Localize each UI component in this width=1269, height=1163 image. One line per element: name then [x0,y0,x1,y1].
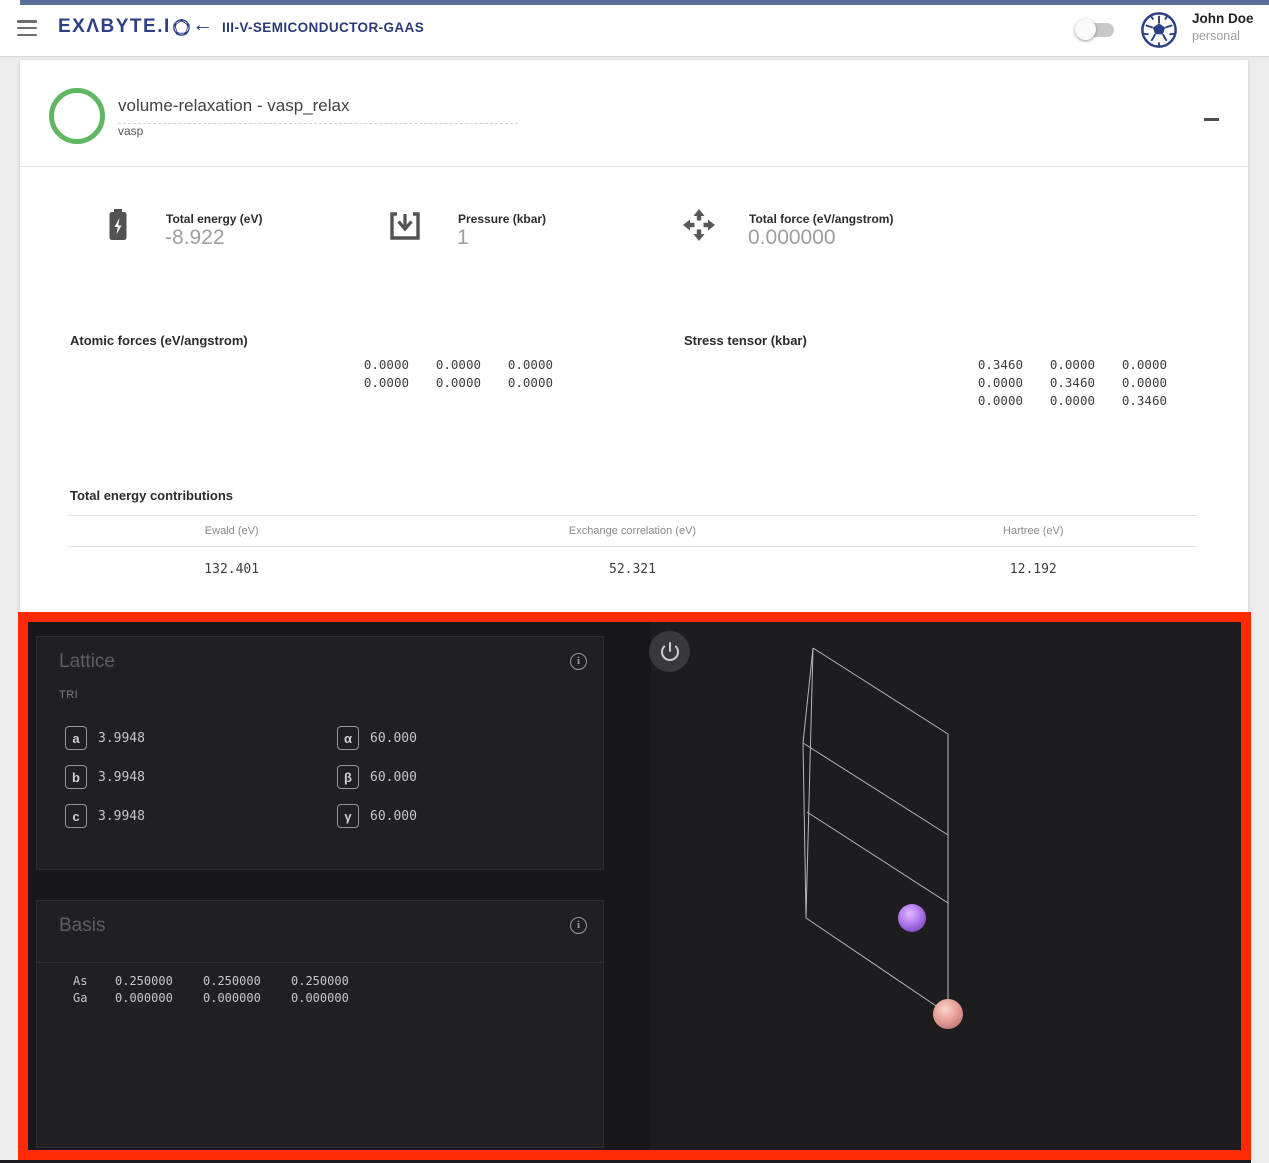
collapse-button[interactable] [1204,118,1219,121]
user-account: personal [1192,30,1254,44]
matrix-cell: 0.0000 [1023,356,1095,374]
divider [20,166,1248,167]
metric-label: Total force (eV/angstrom) [749,212,893,226]
metric-value: 0.000000 [748,226,836,250]
back-arrow-icon[interactable]: ← [192,13,213,37]
stress-tensor-matrix: 0.3460 0.0000 0.0000 0.0000 0.3460 0.000… [951,356,1167,410]
matrix-cell: 0.0000 [481,356,553,374]
metric-value: -8.922 [165,226,225,250]
matrix-cell: 0.3460 [951,356,1023,374]
table-cell: 12.192 [870,562,1197,577]
material-viewer-section: Lattice i TRI a 3.9948 b 3.9948 c 3.9948… [18,612,1251,1160]
download-icon [388,210,422,242]
atom-sphere-purple[interactable] [898,904,926,932]
job-results-card: volume-relaxation - vasp_relax vasp Tota… [20,60,1248,612]
table-header-row: Ewald (eV) Exchange correlation (eV) Har… [68,515,1197,547]
metric-label: Total energy (eV) [166,212,262,226]
logo[interactable]: EXΛBYTE.I [58,16,191,38]
matrix-cell: 0.0000 [337,374,409,392]
navbar: EXΛBYTE.I ← III-V-SEMICONDUCTOR-GAAS Joh… [0,0,1269,57]
column-header: Hartree (eV) [870,525,1197,537]
logo-text: EXΛBYTE.I [58,16,171,38]
job-engine: vasp [118,124,143,138]
atomic-forces-title: Atomic forces (eV/angstrom) [70,333,248,348]
matrix-cell: 0.0000 [951,392,1023,410]
matrix-cell: 0.0000 [409,356,481,374]
matrix-cell: 0.0000 [409,374,481,392]
matrix-cell: 0.0000 [1095,374,1167,392]
atomic-forces-matrix: 0.0000 0.0000 0.0000 0.0000 0.0000 0.000… [337,356,553,392]
matrix-cell: 0.0000 [1095,356,1167,374]
user-meta[interactable]: John Doe personal [1192,12,1254,44]
job-status-ring [49,88,105,144]
column-header: Ewald (eV) [68,525,395,537]
page-root: EXΛBYTE.I ← III-V-SEMICONDUCTOR-GAAS Joh… [0,0,1269,1163]
matrix-cell: 0.3460 [1023,374,1095,392]
atom-icon [172,18,191,37]
metric-label: Pressure (kbar) [458,212,546,226]
matrix-cell: 0.0000 [951,374,1023,392]
move-arrows-icon [682,208,716,242]
breadcrumb[interactable]: III-V-SEMICONDUCTOR-GAAS [222,20,424,35]
toggle-knob [1075,19,1096,40]
column-header: Exchange correlation (eV) [395,525,869,537]
top-accent-bar [20,0,1269,5]
matrix-cell: 0.3460 [1095,392,1167,410]
crystal-3d-canvas[interactable] [28,622,1241,1150]
energy-contributions-table: Ewald (eV) Exchange correlation (eV) Har… [68,515,1197,577]
theme-toggle[interactable] [1079,23,1114,37]
metric-value: 1 [457,226,469,250]
atom-sphere-pink[interactable] [933,999,963,1029]
job-title[interactable]: volume-relaxation - vasp_relax [118,96,518,124]
stress-tensor-title: Stress tensor (kbar) [684,333,807,348]
table-cell: 52.321 [395,562,869,577]
matrix-cell: 0.0000 [1023,392,1095,410]
menu-icon[interactable] [17,20,37,37]
table-value-row: 132.401 52.321 12.192 [68,547,1197,577]
user-name: John Doe [1192,12,1254,27]
unit-cell-wireframe [803,648,948,1014]
avatar[interactable] [1140,11,1178,49]
table-cell: 132.401 [68,562,395,577]
matrix-cell: 0.0000 [337,356,409,374]
matrix-cell: 0.0000 [481,374,553,392]
battery-icon [107,208,129,242]
energy-contributions-title: Total energy contributions [70,488,233,503]
